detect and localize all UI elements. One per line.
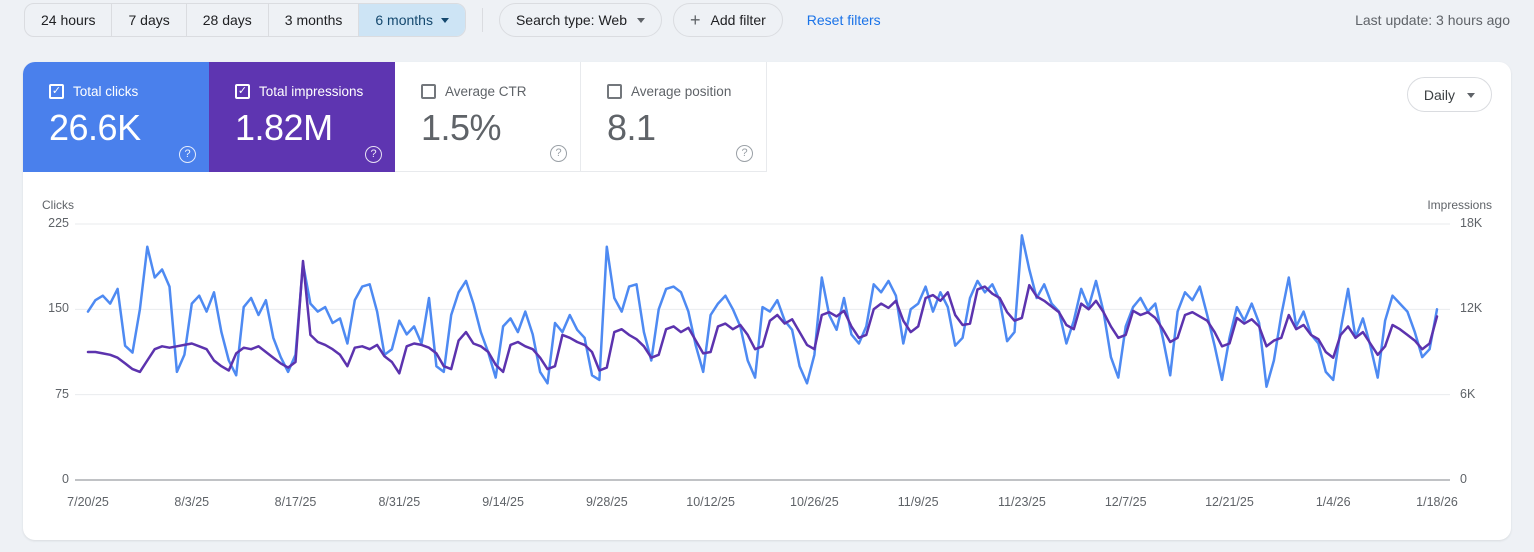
x-axis-date-label: 11/23/25 [998, 495, 1046, 509]
x-axis-date-label: 1/18/26 [1416, 495, 1458, 509]
last-update-text: Last update: 3 hours ago [1355, 12, 1510, 28]
range-24-hours[interactable]: 24 hours [25, 4, 113, 36]
clicks-line [86, 234, 1439, 388]
right-axis-tick: 0 [1460, 472, 1467, 486]
x-axis-date-label: 11/9/25 [897, 495, 939, 509]
right-axis-tick: 6K [1460, 386, 1476, 401]
x-axis-date-label: 9/14/25 [482, 495, 524, 509]
range-28-days[interactable]: 28 days [187, 4, 269, 36]
range-label: 24 hours [41, 12, 96, 28]
add-filter-button[interactable]: + Add filter [673, 3, 783, 37]
timeseries-chart: Clicks Impressions 225 150 75 0 18K 12K 6K 0 7/2… [23, 62, 1511, 540]
chart-canvas [75, 223, 1450, 481]
chevron-down-icon [637, 18, 645, 23]
range-3-months[interactable]: 3 months [269, 4, 360, 36]
x-axis-date-label: 12/7/25 [1104, 495, 1147, 509]
right-axis-tick: 12K [1460, 301, 1483, 316]
filter-toolbar: 24 hours 7 days 28 days 3 months 6 month… [0, 0, 1534, 40]
range-label: 6 months [375, 12, 433, 28]
date-range-group: 24 hours 7 days 28 days 3 months 6 month… [24, 3, 466, 37]
x-axis-date-label: 1/4/26 [1315, 495, 1351, 509]
plus-icon: + [690, 10, 701, 30]
left-axis-tick: 225 [48, 216, 69, 230]
chevron-down-icon [440, 18, 449, 23]
add-filter-label: Add filter [710, 12, 766, 28]
search-type-dropdown[interactable]: Search type: Web [498, 3, 662, 37]
range-6-months[interactable]: 6 months [359, 4, 465, 36]
search-type-label: Search type: Web [515, 12, 627, 28]
right-axis-tick: 18K [1460, 216, 1483, 230]
left-axis-tick: 75 [55, 386, 69, 401]
x-axis-date-label: 8/17/25 [274, 495, 317, 509]
x-axis-date-label: 9/28/25 [585, 495, 628, 509]
toolbar-divider [481, 8, 483, 32]
x-axis-date-label: 7/20/25 [67, 495, 109, 509]
x-axis-date-label: 10/26/25 [790, 495, 839, 509]
range-label: 7 days [128, 12, 170, 28]
range-label: 3 months [284, 12, 343, 28]
x-axis-date-label: 10/12/25 [686, 495, 735, 509]
x-axis-date-label: 12/21/25 [1205, 495, 1254, 509]
x-axis-date-label: 8/3/25 [174, 495, 210, 509]
left-axis-tick: 150 [48, 301, 69, 316]
range-label: 28 days [202, 12, 252, 28]
performance-card: ✓ Total clicks 26.6K ? ✓ Total impressio… [23, 62, 1511, 540]
x-axis-date-label: 8/31/25 [378, 495, 421, 509]
left-axis-tick: 0 [62, 472, 69, 486]
range-7-days[interactable]: 7 days [112, 4, 187, 36]
reset-filters-button[interactable]: Reset filters [807, 12, 881, 28]
